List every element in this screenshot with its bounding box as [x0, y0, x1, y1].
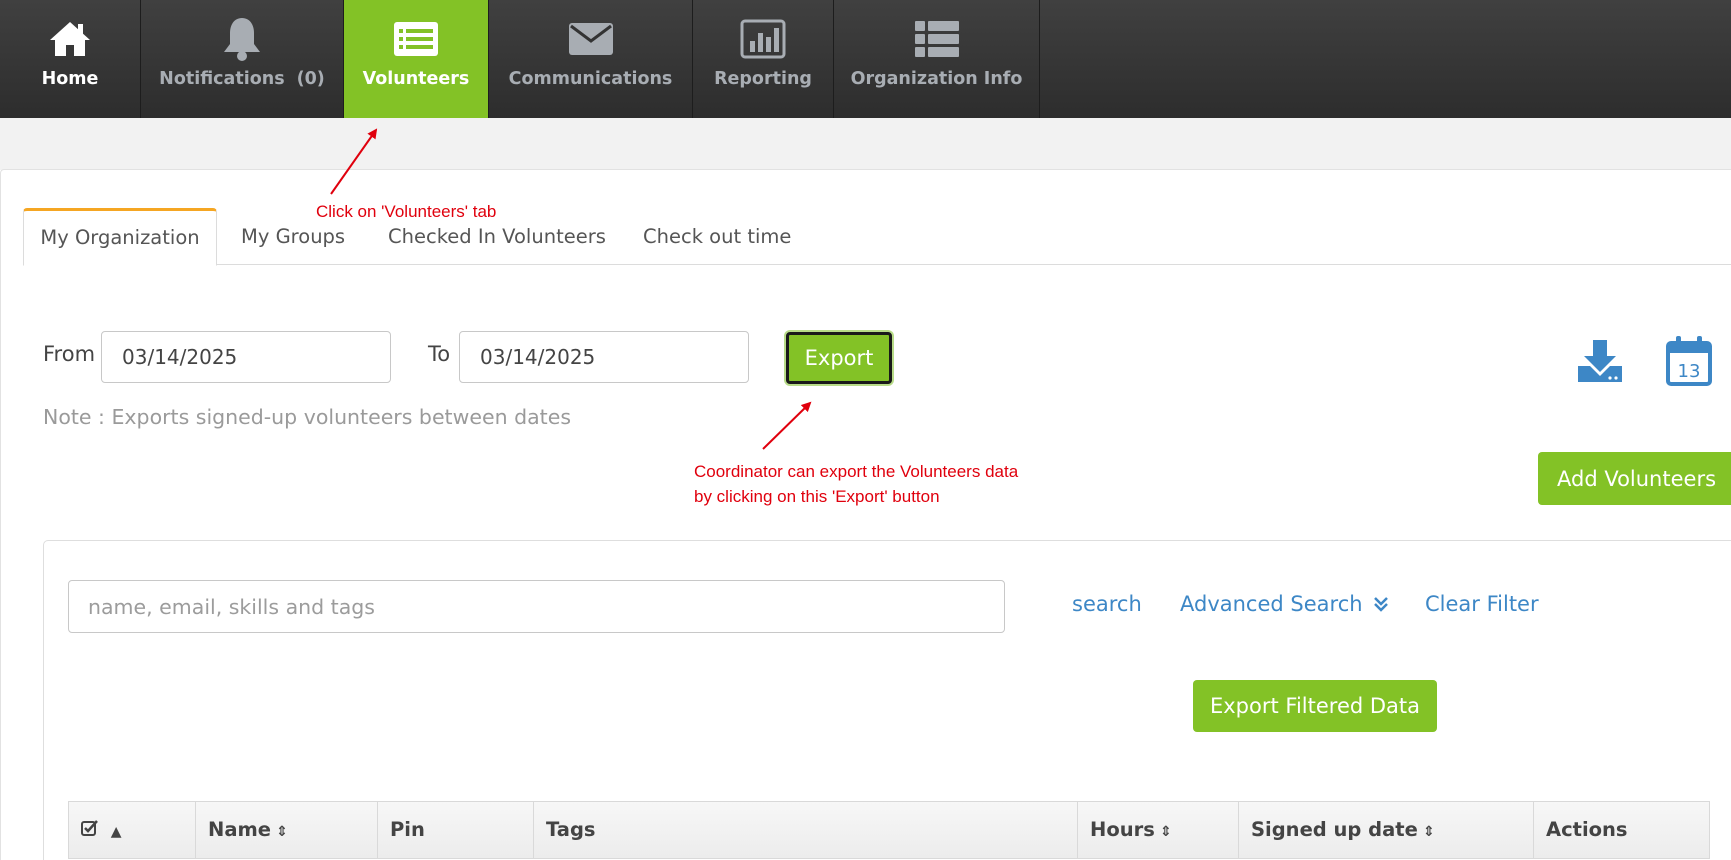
export-filtered-data-button[interactable]: Export Filtered Data [1193, 680, 1437, 732]
advanced-search-link[interactable]: Advanced Search [1180, 592, 1389, 617]
nav-organization-info-label: Organization Info [850, 69, 1023, 89]
tab-my-organization[interactable]: My Organization [23, 208, 217, 266]
nav-home-label: Home [41, 69, 99, 89]
nav-volunteers[interactable]: Volunteers [344, 0, 489, 118]
from-label: From [43, 342, 96, 366]
advanced-search-label: Advanced Search [1180, 592, 1363, 616]
from-date-field[interactable] [101, 331, 391, 383]
clear-filter-link[interactable]: Clear Filter [1425, 592, 1539, 616]
sub-tabs: My Organization My Groups Checked In Vol… [23, 208, 1731, 266]
nav-communications-label: Communications [508, 69, 673, 89]
add-volunteers-button[interactable]: Add Volunteers [1538, 452, 1731, 505]
nav-home[interactable]: Home [0, 0, 141, 118]
annotation-export-line2: by clicking on this 'Export' button [694, 487, 940, 506]
tab-my-groups[interactable]: My Groups [241, 208, 345, 265]
header-spacer-band [0, 118, 1731, 170]
nav-notifications[interactable]: Notifications (0) [141, 0, 344, 118]
double-chevron-down-icon [1373, 593, 1389, 617]
annotation-export-line1: Coordinator can export the Volunteers da… [694, 462, 1019, 481]
column-pin: Pin [378, 802, 534, 858]
download-icon[interactable] [1576, 339, 1624, 387]
nav-reporting[interactable]: Reporting [693, 0, 834, 118]
top-navigation: Home Notifications (0) Volunteers Communi… [0, 0, 1731, 118]
nav-organization-info[interactable]: Organization Info [834, 0, 1040, 118]
notifications-count: (0) [296, 69, 325, 89]
column-signed-up-date[interactable]: Signed up date ⇕ [1239, 802, 1534, 858]
to-label: To [428, 342, 451, 366]
envelope-icon [568, 13, 614, 65]
tab-checked-in-volunteers[interactable]: Checked In Volunteers [388, 208, 606, 265]
sort-icon: ⇕ [1159, 824, 1172, 840]
export-button[interactable]: Export [786, 332, 892, 384]
nav-reporting-label: Reporting [714, 69, 812, 89]
sort-icon: ▲︎ [110, 824, 122, 840]
to-date-field[interactable] [459, 331, 749, 383]
nav-communications[interactable]: Communications [489, 0, 693, 118]
column-actions: Actions [1546, 818, 1628, 841]
nav-notifications-label: Notifications [159, 69, 285, 89]
column-tags: Tags [534, 802, 1078, 858]
table-header: ▲︎ Name ⇕ Pin Tags Hours ⇕ Signed up date ⇕… [68, 801, 1710, 859]
calendar-icon[interactable]: 13 [1665, 335, 1713, 391]
calendar-day-number: 13 [1678, 361, 1701, 382]
bell-icon [221, 13, 263, 65]
list-icon [914, 13, 960, 65]
sort-icon: ⇕ [276, 824, 288, 840]
nav-volunteers-label: Volunteers [362, 69, 470, 89]
column-hours[interactable]: Hours ⇕ [1078, 802, 1239, 858]
home-icon [48, 13, 92, 65]
list-card-icon [393, 13, 439, 65]
column-name[interactable]: Name ⇕ [196, 802, 378, 858]
search-link[interactable]: search [1072, 592, 1142, 616]
export-note: Note : Exports signed-up volunteers betw… [43, 405, 572, 429]
bar-chart-icon [740, 13, 786, 65]
select-all-column[interactable]: ▲︎ [69, 802, 196, 858]
search-input[interactable] [68, 580, 1005, 633]
sort-icon: ⇕ [1422, 824, 1435, 840]
checkbox-check-icon [81, 818, 106, 841]
tab-check-out-time[interactable]: Check out time [643, 208, 791, 265]
